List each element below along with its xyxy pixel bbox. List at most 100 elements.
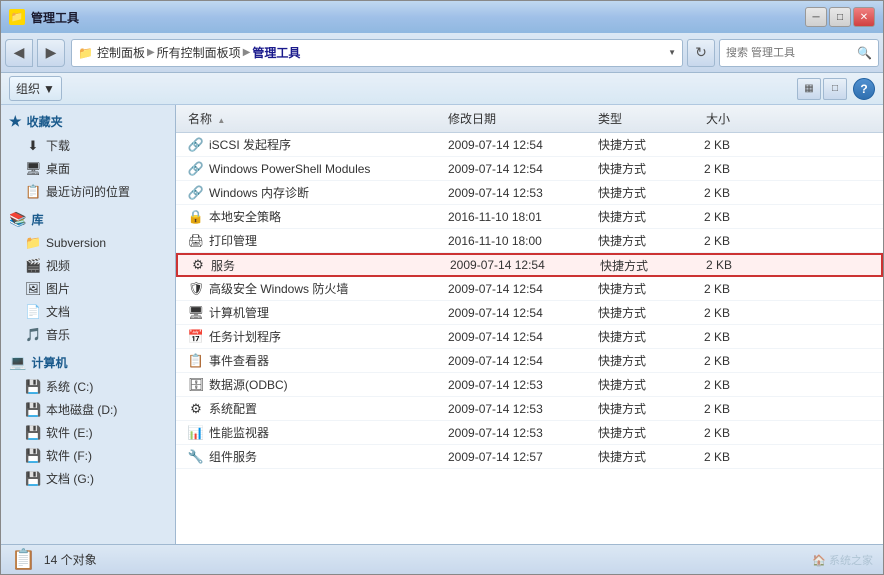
file-type: 快捷方式 <box>594 376 674 393</box>
search-icon[interactable]: 🔍 <box>857 46 872 60</box>
file-type: 快捷方式 <box>594 208 674 225</box>
view-button-1[interactable]: ▦ <box>797 78 821 100</box>
file-icon: 📋 <box>188 353 204 369</box>
sidebar-item-e-drive[interactable]: 💾 软件 (E:) <box>1 421 175 444</box>
file-icon: 🔧 <box>188 449 204 465</box>
sidebar-item-g-drive[interactable]: 💾 文档 (G:) <box>1 467 175 490</box>
breadcrumb-sep-1: ▶ <box>147 47 155 58</box>
file-row[interactable]: ⚙ 系统配置 2009-07-14 12:53 快捷方式 2 KB <box>176 397 883 421</box>
file-row[interactable]: 🖥 计算机管理 2009-07-14 12:54 快捷方式 2 KB <box>176 301 883 325</box>
file-size: 2 KB <box>674 450 734 464</box>
f-drive-icon: 💾 <box>25 448 41 464</box>
file-date: 2016-11-10 18:01 <box>444 210 594 224</box>
file-name: Windows 内存诊断 <box>209 184 309 201</box>
view-icon-1: ▦ <box>804 83 813 94</box>
breadcrumb-sep-2: ▶ <box>243 47 251 58</box>
file-row[interactable]: 🛡 高级安全 Windows 防火墙 2009-07-14 12:54 快捷方式… <box>176 277 883 301</box>
file-type: 快捷方式 <box>594 280 674 297</box>
forward-button[interactable]: ▶ <box>37 39 65 67</box>
sidebar-item-music[interactable]: 🎵 音乐 <box>1 323 175 346</box>
file-size: 2 KB <box>674 306 734 320</box>
col-header-size[interactable]: 大小 <box>674 110 734 127</box>
back-icon: ◀ <box>14 44 25 61</box>
titlebar-buttons: ─ □ ✕ <box>805 7 875 27</box>
documents-icon: 📄 <box>25 304 41 320</box>
address-bar[interactable]: 📁 控制面板 ▶ 所有控制面板项 ▶ 管理工具 ▼ <box>71 39 683 67</box>
col-header-type[interactable]: 类型 <box>594 110 674 127</box>
titlebar-title: 管理工具 <box>31 9 805 26</box>
pictures-icon: 🖼 <box>25 281 41 297</box>
close-button[interactable]: ✕ <box>853 7 875 27</box>
favorites-header[interactable]: ★ 收藏夹 <box>1 109 175 134</box>
file-row[interactable]: 📊 性能监视器 2009-07-14 12:53 快捷方式 2 KB <box>176 421 883 445</box>
col-name-label: 名称 <box>188 112 212 126</box>
sidebar-item-recent[interactable]: 📋 最近访问的位置 <box>1 180 175 203</box>
sidebar-item-f-label: 软件 (F:) <box>46 447 92 464</box>
col-header-date[interactable]: 修改日期 <box>444 110 594 127</box>
sidebar-item-documents[interactable]: 📄 文档 <box>1 300 175 323</box>
organize-button[interactable]: 组织 ▼ <box>9 76 62 101</box>
library-header[interactable]: 📚 库 <box>1 207 175 232</box>
file-row[interactable]: ⚙ 服务 2009-07-14 12:54 快捷方式 2 KB <box>176 253 883 277</box>
file-size: 2 KB <box>674 210 734 224</box>
breadcrumb-item-3[interactable]: 管理工具 <box>252 44 300 61</box>
music-icon: 🎵 <box>25 327 41 343</box>
sidebar-item-f-drive[interactable]: 💾 软件 (F:) <box>1 444 175 467</box>
file-row[interactable]: 🔗 Windows 内存诊断 2009-07-14 12:53 快捷方式 2 K… <box>176 181 883 205</box>
sidebar-item-downloads[interactable]: ⬇ 下载 <box>1 134 175 157</box>
file-name: 服务 <box>211 257 235 274</box>
view-icon-2: □ <box>832 83 838 94</box>
address-dropdown-icon[interactable]: ▼ <box>668 48 676 57</box>
file-date: 2009-07-14 12:54 <box>444 138 594 152</box>
help-button[interactable]: ? <box>853 78 875 100</box>
address-toolbar: ◀ ▶ 📁 控制面板 ▶ 所有控制面板项 ▶ 管理工具 ▼ ↻ 🔍 <box>1 33 883 73</box>
file-row[interactable]: 📋 事件查看器 2009-07-14 12:54 快捷方式 2 KB <box>176 349 883 373</box>
file-type: 快捷方式 <box>594 328 674 345</box>
sidebar-item-music-label: 音乐 <box>46 326 70 343</box>
refresh-button[interactable]: ↻ <box>687 39 715 67</box>
file-name: 组件服务 <box>209 448 257 465</box>
file-row[interactable]: 🖨 打印管理 2016-11-10 18:00 快捷方式 2 KB <box>176 229 883 253</box>
sidebar-item-pictures[interactable]: 🖼 图片 <box>1 277 175 300</box>
file-icon: 📊 <box>188 425 204 441</box>
file-size: 2 KB <box>674 138 734 152</box>
statusbar-icon: 📋 <box>11 547 36 572</box>
sidebar-item-video[interactable]: 🎬 视频 <box>1 254 175 277</box>
file-row[interactable]: 🔗 Windows PowerShell Modules 2009-07-14 … <box>176 157 883 181</box>
file-icon: 📅 <box>188 329 204 345</box>
file-row[interactable]: 📅 任务计划程序 2009-07-14 12:54 快捷方式 2 KB <box>176 325 883 349</box>
file-name: iSCSI 发起程序 <box>209 136 291 153</box>
file-rows-container: 🔗 iSCSI 发起程序 2009-07-14 12:54 快捷方式 2 KB … <box>176 133 883 469</box>
maximize-button[interactable]: □ <box>829 7 851 27</box>
view-button-2[interactable]: □ <box>823 78 847 100</box>
breadcrumb-item-2[interactable]: 所有控制面板项 <box>157 44 241 61</box>
file-row[interactable]: 🗄 数据源(ODBC) 2009-07-14 12:53 快捷方式 2 KB <box>176 373 883 397</box>
file-date: 2009-07-14 12:57 <box>444 450 594 464</box>
file-name: 数据源(ODBC) <box>209 376 288 393</box>
computer-header[interactable]: 💻 计算机 <box>1 350 175 375</box>
sidebar-item-g-label: 文档 (G:) <box>46 470 94 487</box>
file-icon: 🛡 <box>188 281 204 297</box>
file-icon: 🖨 <box>188 233 204 249</box>
file-name: 性能监视器 <box>209 424 269 441</box>
sidebar-item-d-drive[interactable]: 💾 本地磁盘 (D:) <box>1 398 175 421</box>
main-window: 📁 管理工具 ─ □ ✕ ◀ ▶ 📁 控制面板 ▶ 所有控制面板项 ▶ 管理工具… <box>0 0 884 575</box>
e-drive-icon: 💾 <box>25 425 41 441</box>
search-input[interactable] <box>726 47 853 59</box>
sidebar-item-subversion[interactable]: 📁 Subversion <box>1 232 175 254</box>
file-type: 快捷方式 <box>594 136 674 153</box>
file-row[interactable]: 🔧 组件服务 2009-07-14 12:57 快捷方式 2 KB <box>176 445 883 469</box>
file-size: 2 KB <box>674 426 734 440</box>
search-bar[interactable]: 🔍 <box>719 39 879 67</box>
back-button[interactable]: ◀ <box>5 39 33 67</box>
file-name: Windows PowerShell Modules <box>209 162 370 176</box>
file-row[interactable]: 🔗 iSCSI 发起程序 2009-07-14 12:54 快捷方式 2 KB <box>176 133 883 157</box>
library-section: 📚 库 📁 Subversion 🎬 视频 🖼 图片 📄 文档 <box>1 207 175 346</box>
breadcrumb-item-1[interactable]: 控制面板 <box>97 44 145 61</box>
sidebar-item-c-drive[interactable]: 💾 系统 (C:) <box>1 375 175 398</box>
minimize-button[interactable]: ─ <box>805 7 827 27</box>
file-row[interactable]: 🔒 本地安全策略 2016-11-10 18:01 快捷方式 2 KB <box>176 205 883 229</box>
file-icon: ⚙ <box>188 401 204 417</box>
sidebar-item-desktop[interactable]: 🖥 桌面 <box>1 157 175 180</box>
col-header-name[interactable]: 名称 ▲ <box>184 110 444 127</box>
